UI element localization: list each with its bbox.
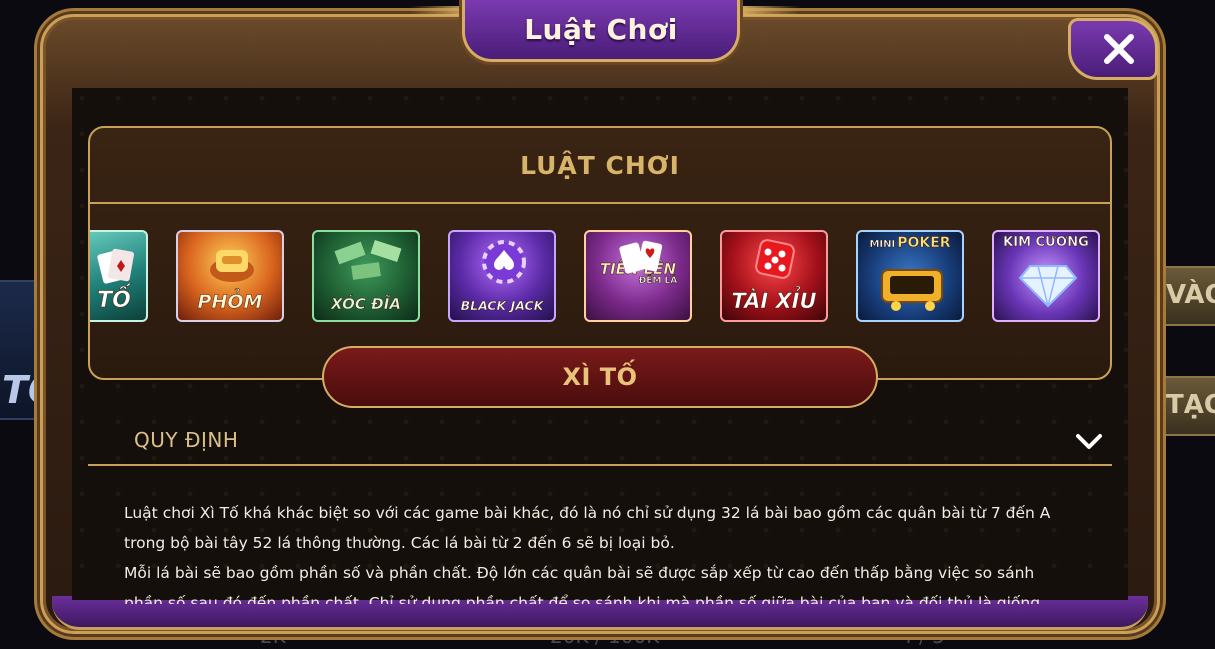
game-tile-xoc-dia[interactable]: XÓC ĐĨA: [312, 230, 420, 322]
slot-machine-icon: [881, 269, 943, 311]
background-game-card: TỐ: [0, 280, 60, 420]
rules-line: trong bộ bài tây 52 lá thông thường. Các…: [124, 534, 675, 552]
background-create-button: TẠO: [1158, 376, 1215, 436]
money-icon: [334, 240, 402, 280]
rules-text: Luật chơi Xì Tố khá khác biệt so với các…: [124, 498, 1120, 604]
close-icon: [1104, 34, 1134, 64]
selected-game-title: XÌ TỐ: [322, 346, 878, 408]
rules-line: phần số sau đó đến phần chất. Chỉ sử dụn…: [124, 594, 1041, 604]
game-selector-panel: LUẬT CHƠI TỐ PHỎM XÓC ĐĨA BLACK JACK TIẾ…: [88, 126, 1112, 380]
close-button[interactable]: [1068, 18, 1158, 80]
dice-icon: [755, 239, 795, 279]
rules-line: Mỗi lá bài sẽ bao gồm phần số và phần ch…: [124, 564, 1035, 582]
background-join-button: VÀO: [1158, 266, 1215, 326]
game-tile-phom[interactable]: PHỎM: [176, 230, 284, 322]
game-tile-kim-cuong[interactable]: KIM CƯƠNG: [992, 230, 1100, 322]
rules-line: Luật chơi Xì Tố khá khác biệt so với các…: [124, 504, 1051, 522]
game-carousel[interactable]: TỐ PHỎM XÓC ĐĨA BLACK JACK TIẾN LÊN ĐẾM …: [90, 230, 1110, 322]
chevron-down-icon: [1076, 434, 1102, 449]
panel-header: LUẬT CHƠI: [90, 128, 1110, 204]
diamond-icon: [1018, 265, 1078, 308]
poker-chip-icon: [482, 240, 526, 284]
rules-section-toggle[interactable]: QUY ĐỊNH: [88, 414, 1112, 466]
game-tile-tai-xiu[interactable]: TÀI XỈU: [720, 230, 828, 322]
title-ornament-right: [740, 6, 800, 16]
game-tile-mini-poker[interactable]: MINI POKER: [856, 230, 964, 322]
panel-header-text: LUẬT CHƠI: [520, 150, 680, 180]
cards-icon: [619, 240, 663, 274]
section-title: QUY ĐỊNH: [134, 428, 239, 452]
game-tile-xi-to[interactable]: TỐ: [90, 230, 148, 322]
game-tile-black-jack[interactable]: BLACK JACK: [448, 230, 556, 322]
cards-icon: [97, 248, 134, 284]
modal-title-text: Luật Chơi: [524, 13, 678, 46]
treasure-icon: [210, 250, 254, 282]
game-tile-tien-len[interactable]: TIẾN LÊN ĐẾM LÁ: [584, 230, 692, 322]
title-ornament-left: [410, 6, 470, 16]
modal-title: Luật Chơi: [462, 0, 740, 62]
selected-game-text: XÌ TỐ: [562, 363, 638, 391]
